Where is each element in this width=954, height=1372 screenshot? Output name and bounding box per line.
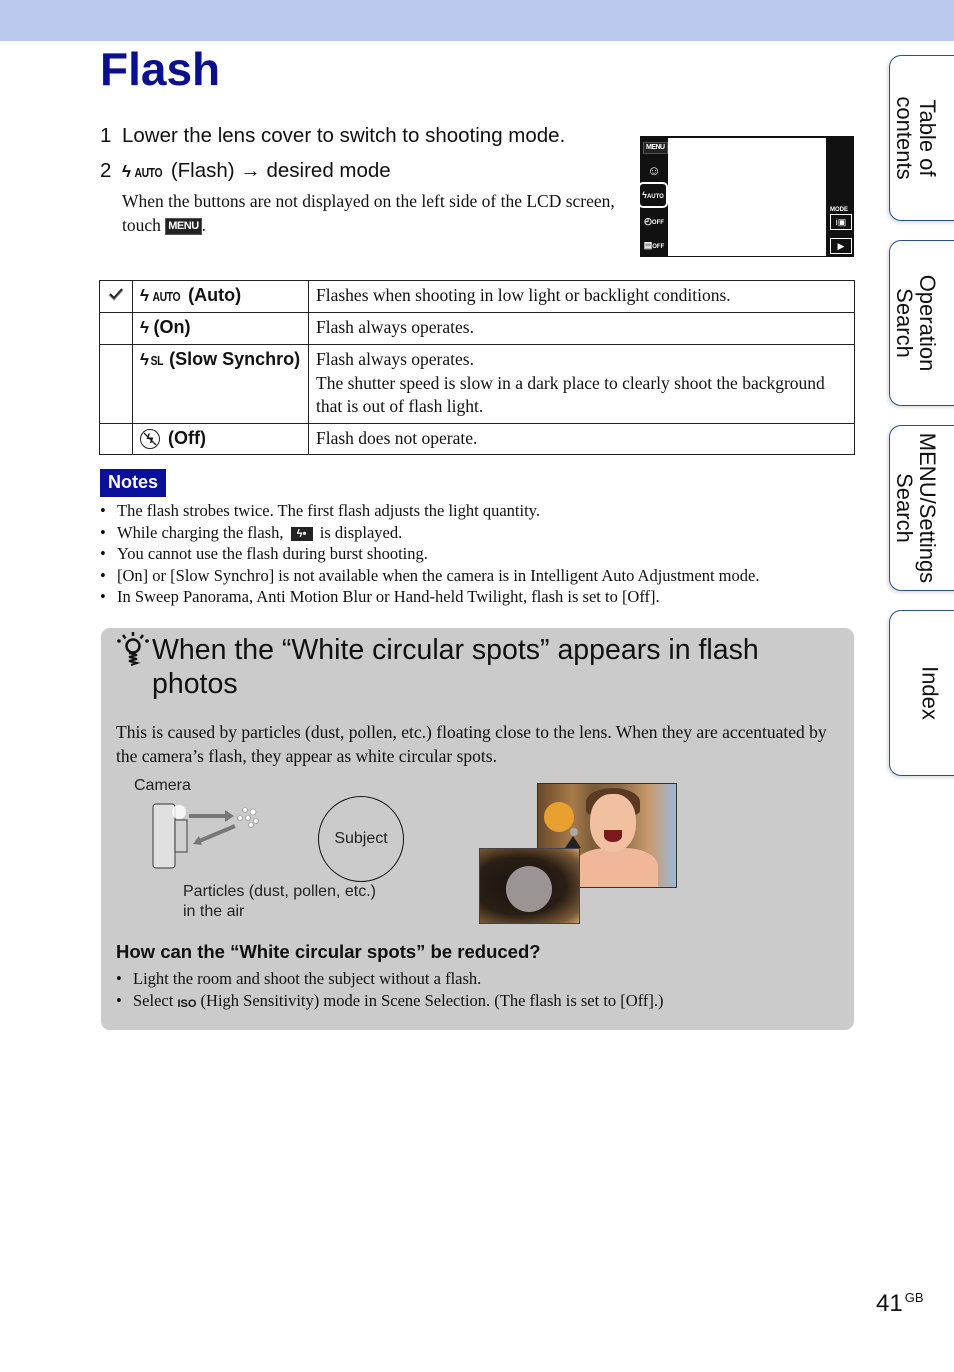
description-line: Flash always operates. <box>316 349 474 369</box>
step-text: (Flash) → desired mode <box>170 159 391 182</box>
default-check-cell <box>99 344 133 424</box>
flash-modes-table: ϟ AUTO (Auto) Flashes when shooting in lo… <box>99 280 855 455</box>
zoom-pointer-icon <box>565 836 581 848</box>
hint-title: When the “White circular spots” appears … <box>152 634 759 700</box>
photo-face <box>590 794 636 852</box>
region-code: GB <box>904 1290 924 1305</box>
lcd-screen-illustration: MENU ☺ ϟAUTO ◴OFF ▤OFF MODE i▣ ▶ <box>638 136 854 257</box>
note-text-end: . <box>201 215 207 235</box>
note-item: You cannot use the flash during burst sh… <box>100 543 759 565</box>
flash-auto-icon: ϟ AUTO <box>140 286 180 305</box>
tab-label: Operation Search <box>892 274 940 372</box>
note-item: In Sweep Panorama, Anti Motion Blur or H… <box>100 586 759 608</box>
mode-cell: ϟ (On) <box>132 312 309 345</box>
mode-cell: ϟ SL (Slow Synchro) <box>132 344 309 424</box>
notes-list: The flash strobes twice. The first flash… <box>100 500 759 608</box>
lcd-playback-icon: ▶ <box>830 238 852 254</box>
camera-label: Camera <box>134 777 191 794</box>
tab-menu-settings-search[interactable]: MENU/Settings Search <box>889 425 954 591</box>
photo-mouth <box>604 830 622 842</box>
tab-index[interactable]: Index <box>889 610 954 776</box>
hint-panel: When the “White circular spots” appears … <box>101 628 854 1030</box>
page-number: 41 GB <box>876 1290 924 1317</box>
camera-lens-icon <box>174 819 188 853</box>
note-item: The flash strobes twice. The first flash… <box>100 500 759 522</box>
lcd-mode-label: MODE <box>830 207 848 213</box>
flash-on-icon: ϟ <box>140 318 149 337</box>
flash-slow-synchro-icon: ϟ SL <box>140 350 163 369</box>
white-circular-spot <box>506 866 552 912</box>
table-row: ϟ AUTO (Auto) Flashes when shooting in lo… <box>99 280 855 313</box>
step-2: 2 ϟ AUTO (Flash) → desired mode <box>100 159 391 183</box>
note-item: [On] or [Slow Synchro] is not available … <box>100 565 759 587</box>
description-cell: Flash always operates. <box>308 312 855 345</box>
description-line: The shutter speed is slow in a dark plac… <box>316 372 825 417</box>
description-cell: Flash always operates. The shutter speed … <box>308 344 855 424</box>
flash-charging-icon: ϟ• <box>290 526 313 541</box>
reflect-arrow-in <box>196 824 236 844</box>
zoomed-spot-photo <box>479 848 580 924</box>
particles-icon <box>237 807 259 828</box>
tip-item: Select ISO (High Sensitivity) mode in Sc… <box>116 990 664 1016</box>
camera-particles-diagram <box>152 803 259 869</box>
lcd-smile-icon: ☺ <box>647 163 661 178</box>
mode-cell: ϟ AUTO (Auto) <box>132 280 309 313</box>
lcd-burst-icon: ▤OFF <box>643 240 665 250</box>
menu-icon: MENU <box>165 218 202 236</box>
step-number: 1 <box>100 124 112 147</box>
mode-cell: ϟ (Off) <box>132 422 309 455</box>
tab-table-of-contents[interactable]: Table of contents <box>889 55 954 221</box>
description-cell: Flashes when shooting in low light or ba… <box>308 280 855 313</box>
lcd-self-timer-icon: ◴OFF <box>644 216 664 226</box>
white-spot-marker <box>570 828 578 836</box>
flash-off-icon: ϟ <box>140 428 160 449</box>
step-2-note: When the buttons are not displayed on th… <box>122 189 622 237</box>
default-check-cell <box>99 280 133 313</box>
step-number: 2 <box>100 159 112 182</box>
tab-label: Index <box>917 666 943 720</box>
default-check-cell <box>99 312 133 345</box>
flash-auto-icon: ϟ AUTO <box>122 162 162 181</box>
tips-list: Light the room and shoot the subject wit… <box>116 968 664 1015</box>
lcd-menu-button: MENU <box>643 138 668 156</box>
hint-question: How can the “White circular spots” be re… <box>116 941 541 962</box>
step-1: 1 Lower the lens cover to switch to shoot… <box>100 124 565 148</box>
photo-toy <box>544 802 574 832</box>
hint-paragraph: This is caused by particles (dust, polle… <box>116 722 827 766</box>
checkmark-icon <box>108 288 124 301</box>
lcd-display-area <box>668 138 826 256</box>
table-row: ϟ (On) Flash always operates. <box>99 312 855 345</box>
tab-operation-search[interactable]: Operation Search <box>889 240 954 406</box>
default-check-cell <box>99 422 133 455</box>
note-item: While charging the flash, ϟ• is displaye… <box>100 522 759 544</box>
lcd-flash-auto-button: ϟAUTO <box>638 182 668 208</box>
lcd-mode-button: i▣ <box>830 214 852 230</box>
mode-name: (Auto) <box>188 285 242 305</box>
table-row: ϟ (Off) Flash does not operate. <box>99 422 855 455</box>
particles-label: Particles (dust, pollen, etc.) in the air <box>183 883 376 920</box>
camera-body-icon <box>152 803 176 869</box>
step-text: Lower the lens cover to switch to shooti… <box>122 124 566 147</box>
flash-burst-icon <box>172 805 186 819</box>
tip-item: Light the room and shoot the subject wit… <box>116 968 664 990</box>
header-bar <box>0 0 954 41</box>
description-cell: Flash does not operate. <box>308 422 855 455</box>
mode-name: (Off) <box>168 427 206 448</box>
lightbulb-hint-icon <box>117 632 149 666</box>
notes-label: Notes <box>100 469 166 497</box>
subject-circle: Subject <box>318 796 404 882</box>
mode-name: (On) <box>153 317 191 337</box>
tab-label: MENU/Settings Search <box>892 432 940 584</box>
mode-name: (Slow Synchro) <box>169 349 301 369</box>
high-sensitivity-iso-icon: ISO <box>177 997 197 1010</box>
photo-shirt <box>574 848 658 887</box>
tab-label: Table of contents <box>892 96 940 180</box>
page-title: Flash <box>100 43 221 95</box>
table-row: ϟ SL (Slow Synchro) Flash always operates… <box>99 344 855 424</box>
